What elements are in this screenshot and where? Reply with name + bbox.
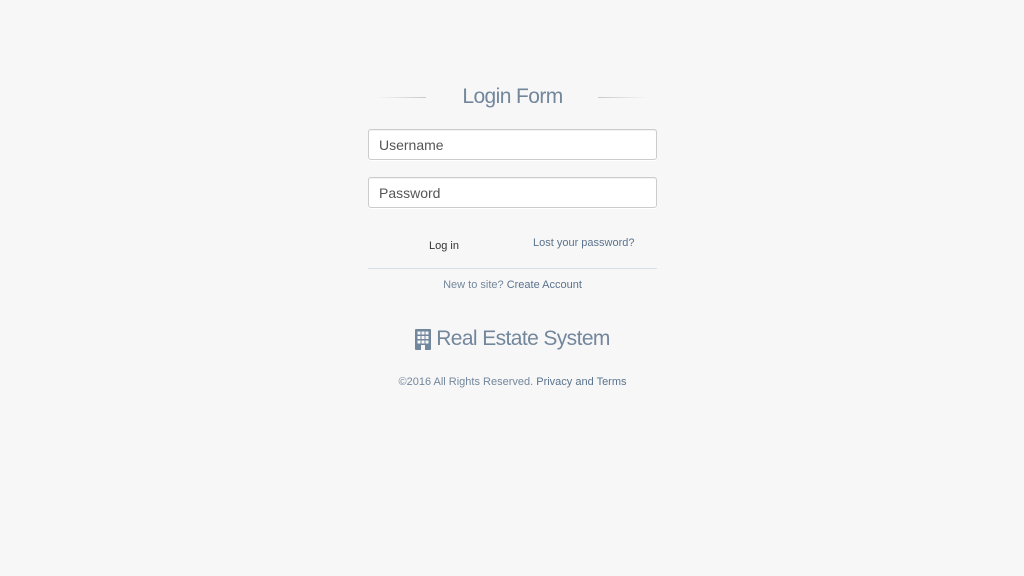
username-input[interactable] xyxy=(368,129,657,160)
privacy-terms-link[interactable]: Privacy and Terms xyxy=(536,376,626,388)
create-account-link[interactable]: Create Account xyxy=(507,279,582,291)
signup-prompt-text: New to site? xyxy=(443,279,504,291)
title-divider-right xyxy=(598,97,648,98)
brand-name: Real Estate System xyxy=(436,327,610,350)
copyright-text: ©2016 All Rights Reserved. xyxy=(398,376,534,388)
password-input[interactable] xyxy=(368,177,657,208)
login-title-row: Login Form xyxy=(368,84,657,110)
signup-prompt-line: New to site? Create Account xyxy=(368,278,657,292)
lost-password-link[interactable]: Lost your password? xyxy=(533,236,635,250)
form-divider xyxy=(368,268,657,269)
brand: Real Estate System xyxy=(368,325,657,353)
building-icon xyxy=(415,328,432,350)
copyright-line: ©2016 All Rights Reserved. Privacy and T… xyxy=(368,375,657,389)
login-button[interactable]: Log in xyxy=(423,236,465,256)
